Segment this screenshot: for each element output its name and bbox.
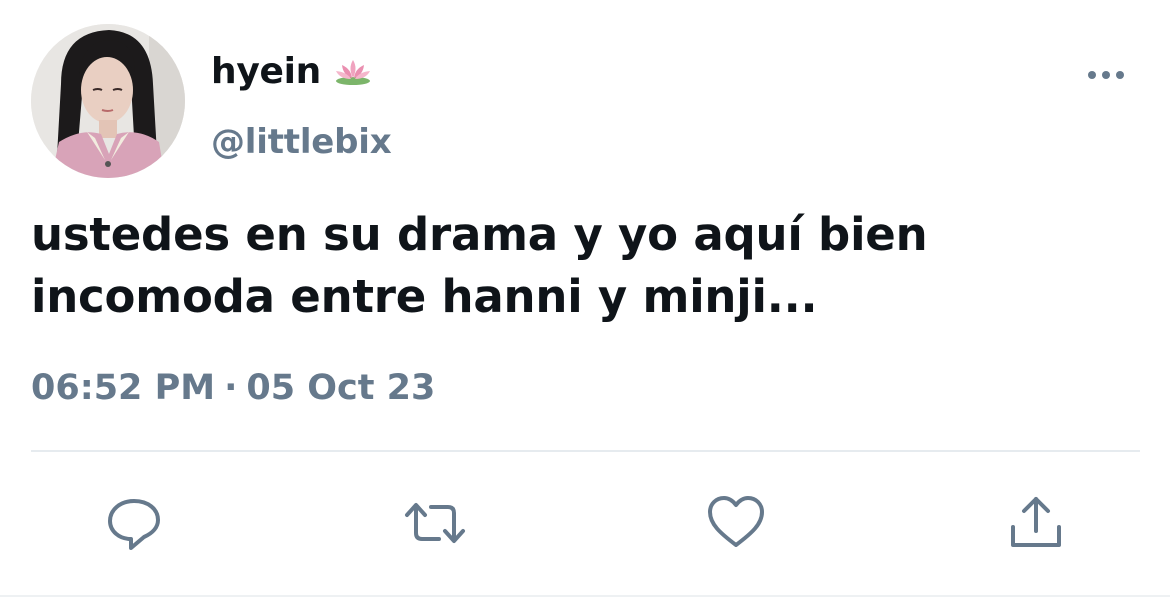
- timestamp[interactable]: 06:52 PM · 05 Oct 23: [31, 368, 435, 408]
- tweet-card: hyein @littlebix ustedes en su drama y y…: [0, 0, 1170, 615]
- user-handle[interactable]: @littlebix: [211, 122, 392, 162]
- divider: [31, 450, 1140, 452]
- reply-button[interactable]: [104, 493, 164, 553]
- avatar-image: [31, 24, 185, 178]
- tweet-date: 05 Oct 23: [246, 368, 436, 408]
- retweet-icon: [405, 503, 465, 543]
- heart-icon: [708, 496, 764, 547]
- bottom-divider: [0, 595, 1170, 597]
- more-dot-icon: [1116, 71, 1124, 79]
- tweet-text-line: incomoda entre hanni y minji...: [31, 270, 818, 323]
- share-icon: [1011, 497, 1061, 547]
- like-button[interactable]: [706, 493, 766, 553]
- share-button[interactable]: [1006, 493, 1066, 553]
- author-row: hyein: [211, 48, 373, 94]
- display-name[interactable]: hyein: [211, 51, 321, 92]
- reply-icon: [108, 499, 160, 550]
- separator: ·: [224, 368, 238, 408]
- more-options-button[interactable]: [1084, 60, 1128, 90]
- tweet-text-line: ustedes en su drama y yo aquí bien: [31, 208, 928, 261]
- lotus-icon: [333, 56, 373, 86]
- avatar[interactable]: [31, 24, 185, 178]
- more-dot-icon: [1102, 71, 1110, 79]
- tweet-text: ustedes en su drama y yo aquí bien incom…: [31, 204, 1131, 328]
- tweet-time: 06:52 PM: [31, 368, 216, 408]
- retweet-button[interactable]: [403, 493, 465, 553]
- more-dot-icon: [1088, 71, 1096, 79]
